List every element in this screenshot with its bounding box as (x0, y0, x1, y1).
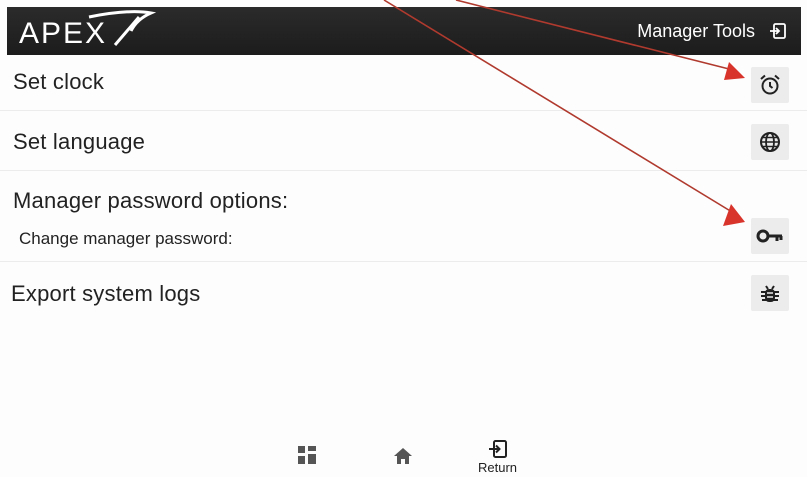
globe-icon (760, 132, 780, 152)
password-options-row: Manager password options: Change manager… (0, 171, 807, 261)
export-logs-label: Export system logs (11, 281, 201, 306)
set-language-row: Set language (0, 111, 807, 169)
export-logs-row: Export system logs (0, 262, 807, 320)
set-clock-label: Set clock (13, 69, 105, 94)
set-language-button[interactable] (751, 124, 789, 160)
return-label: Return (478, 460, 518, 475)
header-right: Manager Tools (637, 21, 787, 42)
manager-tools-screen: APEX Manager Tools Set clock Set languag… (0, 0, 807, 477)
logo-text: APEX (19, 17, 108, 50)
exit-icon[interactable] (769, 22, 787, 40)
apex-logo: APEX (19, 7, 159, 55)
header-title: Manager Tools (637, 20, 755, 41)
export-logs-button[interactable] (751, 275, 789, 311)
key-icon (756, 229, 783, 243)
set-clock-button[interactable] (751, 67, 789, 103)
set-language-label: Set language (13, 129, 146, 154)
home-icon (394, 448, 412, 464)
change-password-button[interactable] (751, 218, 789, 254)
change-password-label: Change manager password: (19, 229, 233, 248)
return-icon (488, 440, 507, 458)
return-nav-button[interactable]: Return (478, 439, 517, 475)
alarm-clock-icon (760, 74, 780, 95)
bug-icon (761, 285, 779, 302)
password-options-heading: Manager password options: (13, 188, 289, 213)
grid-icon (298, 446, 316, 464)
home-nav-button[interactable] (393, 447, 413, 465)
top-header: APEX Manager Tools (7, 7, 801, 55)
set-clock-row: Set clock (0, 55, 807, 110)
apps-nav-button[interactable] (298, 446, 316, 464)
